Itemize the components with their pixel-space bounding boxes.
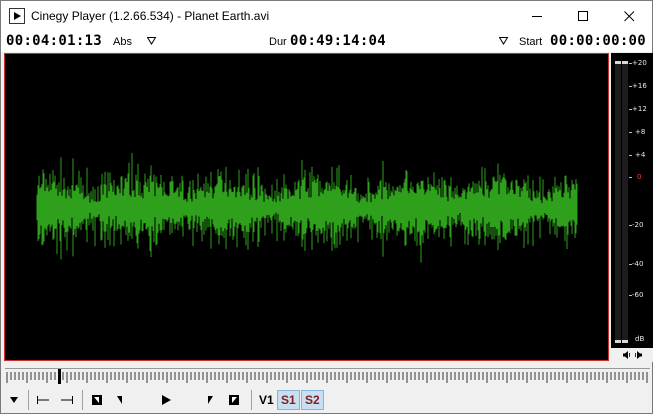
channel-v1-toggle[interactable]: V1 xyxy=(256,390,277,410)
maximize-icon xyxy=(577,10,588,21)
duration-timecode: 00:49:14:04 xyxy=(290,33,387,49)
speaker-toggle[interactable] xyxy=(611,348,653,362)
window-title: Cinegy Player (1.2.66.534) - Planet Eart… xyxy=(31,8,270,23)
channel-s2-toggle[interactable]: S2 xyxy=(301,390,324,410)
step-back-button[interactable] xyxy=(111,390,129,410)
meter-scale-label: dB xyxy=(635,335,645,343)
step-forward-button[interactable] xyxy=(201,390,219,410)
title-bar: Cinegy Player (1.2.66.534) - Planet Eart… xyxy=(0,0,653,30)
go-to-end-icon xyxy=(61,396,73,404)
speaker-right-icon xyxy=(634,351,642,359)
meter-scale-tick xyxy=(629,177,632,178)
audio-waveform-display[interactable] xyxy=(4,53,609,361)
minimize-icon xyxy=(531,15,542,17)
mark-out-button[interactable] xyxy=(224,390,244,410)
mark-out-icon xyxy=(229,395,239,405)
playhead[interactable] xyxy=(58,369,61,384)
meter-scale-tick xyxy=(629,264,632,265)
meter-scale-label: -40 xyxy=(632,260,644,268)
meter-scale-tick xyxy=(629,86,632,87)
start-dropdown-icon[interactable] xyxy=(499,36,508,45)
transport-menu-button[interactable] xyxy=(5,390,23,410)
meter-channel-right xyxy=(622,61,628,343)
go-to-end-button[interactable] xyxy=(57,390,77,410)
timeline-scrubber[interactable] xyxy=(0,363,653,387)
meter-scale-tick xyxy=(629,63,632,64)
position-mode-dropdown-icon[interactable] xyxy=(147,36,156,45)
meter-scale-label: 0 xyxy=(637,173,642,181)
transport-bar: V1 S1 S2 xyxy=(0,387,653,414)
position-timecode[interactable]: 00:04:01:13 xyxy=(6,33,102,49)
close-button[interactable] xyxy=(606,1,652,31)
meter-scale-label: +20 xyxy=(632,59,647,67)
waveform-path xyxy=(36,153,578,263)
viewer-area: +20 +16 +12 +8 +4 0 -20 -40 -60 dB xyxy=(0,52,653,363)
duration-label: Dur xyxy=(269,36,287,48)
mark-in-icon xyxy=(92,395,102,405)
meter-scale-label: +4 xyxy=(635,151,646,159)
meter-channel-left xyxy=(615,61,621,343)
channel-s1-toggle[interactable]: S1 xyxy=(277,390,300,410)
dropdown-arrow-icon xyxy=(10,397,18,403)
minimize-button[interactable] xyxy=(514,1,560,31)
meter-scale-label: +16 xyxy=(632,82,647,90)
maximize-button[interactable] xyxy=(560,1,606,31)
window-controls xyxy=(514,1,652,31)
meter-scale-label: +8 xyxy=(635,128,646,136)
timeline-ticks xyxy=(6,369,648,384)
audio-level-meter: +20 +16 +12 +8 +4 0 -20 -40 -60 dB xyxy=(611,53,653,361)
step-forward-icon xyxy=(208,396,213,404)
timecode-bar: 00:04:01:13 Abs Dur 00:49:14:04 Start 00… xyxy=(0,30,653,52)
start-timecode: 00:00:00:00 xyxy=(550,33,647,49)
go-to-start-icon xyxy=(37,396,49,404)
mark-in-button[interactable] xyxy=(87,390,107,410)
step-back-icon xyxy=(117,396,122,404)
separator xyxy=(28,390,29,410)
waveform-graphic xyxy=(36,153,578,263)
meter-scale-label: -60 xyxy=(632,291,644,299)
meter-scale-tick xyxy=(629,132,632,133)
meter-scale-tick xyxy=(629,109,632,110)
play-icon[interactable] xyxy=(9,7,25,24)
position-mode-label: Abs xyxy=(113,36,132,48)
go-to-start-button[interactable] xyxy=(33,390,53,410)
play-button[interactable] xyxy=(155,390,177,410)
meter-scale-tick xyxy=(629,155,632,156)
meter-scale-label: +12 xyxy=(632,105,647,113)
meter-scale-tick xyxy=(629,225,632,226)
speaker-left-icon xyxy=(622,351,630,359)
meter-scale-label: -20 xyxy=(632,221,644,229)
meter-scale-tick xyxy=(629,295,632,296)
play-icon xyxy=(162,395,171,405)
close-icon xyxy=(623,10,634,21)
separator xyxy=(251,390,252,410)
start-label: Start xyxy=(519,36,543,48)
separator xyxy=(82,390,83,410)
